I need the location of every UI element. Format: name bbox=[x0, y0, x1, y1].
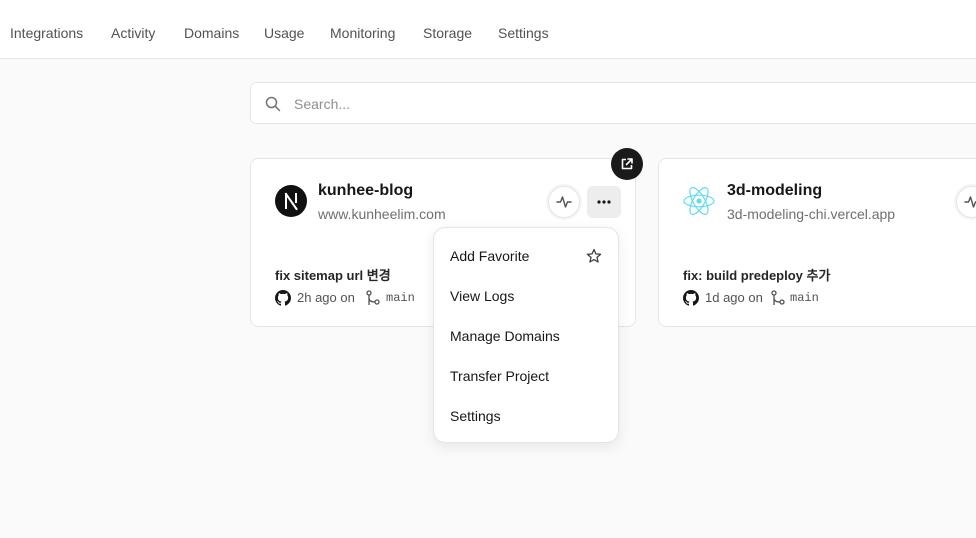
github-icon bbox=[683, 290, 699, 306]
menu-item-view-logs[interactable]: View Logs bbox=[450, 288, 514, 304]
tab-domains[interactable]: Domains bbox=[184, 25, 239, 41]
react-logo-icon bbox=[683, 187, 715, 215]
git-branch-icon bbox=[366, 290, 380, 305]
menu-item-manage-domains[interactable]: Manage Domains bbox=[450, 328, 560, 344]
activity-icon bbox=[964, 196, 976, 208]
star-icon[interactable] bbox=[586, 248, 602, 264]
project-url[interactable]: 3d-modeling-chi.vercel.app bbox=[727, 206, 895, 222]
activity-icon bbox=[556, 196, 572, 208]
project-options-menu: Add Favorite View Logs Manage Domains Tr… bbox=[433, 227, 619, 443]
project-url[interactable]: www.kunheelim.com bbox=[318, 206, 446, 222]
project-name[interactable]: 3d-modeling bbox=[727, 182, 822, 200]
deploy-time: 1d ago on bbox=[705, 290, 763, 305]
tab-integrations[interactable]: Integrations bbox=[10, 25, 83, 41]
branch-name[interactable]: main bbox=[386, 291, 415, 305]
visit-site-button[interactable] bbox=[611, 148, 643, 180]
nextjs-logo-icon bbox=[275, 185, 307, 217]
branch-name[interactable]: main bbox=[790, 291, 819, 305]
more-options-button[interactable] bbox=[587, 186, 621, 218]
tab-storage[interactable]: Storage bbox=[423, 25, 472, 41]
activity-button[interactable] bbox=[956, 186, 976, 218]
activity-button[interactable] bbox=[548, 186, 580, 218]
external-link-icon bbox=[621, 158, 633, 170]
top-nav: Integrations Activity Domains Usage Moni… bbox=[0, 0, 976, 59]
project-card[interactable]: 3d-modeling 3d-modeling-chi.vercel.app f… bbox=[658, 158, 976, 327]
menu-item-settings[interactable]: Settings bbox=[450, 408, 501, 424]
menu-item-transfer-project[interactable]: Transfer Project bbox=[450, 368, 549, 384]
search-icon bbox=[265, 96, 281, 112]
commit-message[interactable]: fix sitemap url 변경 bbox=[275, 265, 391, 284]
search-bar bbox=[250, 82, 976, 124]
menu-item-add-favorite[interactable]: Add Favorite bbox=[450, 248, 529, 264]
commit-message[interactable]: fix: build predeploy 추가 bbox=[683, 265, 830, 284]
tab-usage[interactable]: Usage bbox=[264, 25, 304, 41]
deploy-time: 2h ago on bbox=[297, 290, 355, 305]
tab-activity[interactable]: Activity bbox=[111, 25, 155, 41]
more-horizontal-icon bbox=[597, 200, 611, 204]
git-branch-icon bbox=[771, 290, 785, 305]
github-icon bbox=[275, 290, 291, 306]
project-name[interactable]: kunhee-blog bbox=[318, 182, 413, 200]
tab-monitoring[interactable]: Monitoring bbox=[330, 25, 395, 41]
tab-settings[interactable]: Settings bbox=[498, 25, 549, 41]
search-input[interactable] bbox=[294, 93, 894, 115]
